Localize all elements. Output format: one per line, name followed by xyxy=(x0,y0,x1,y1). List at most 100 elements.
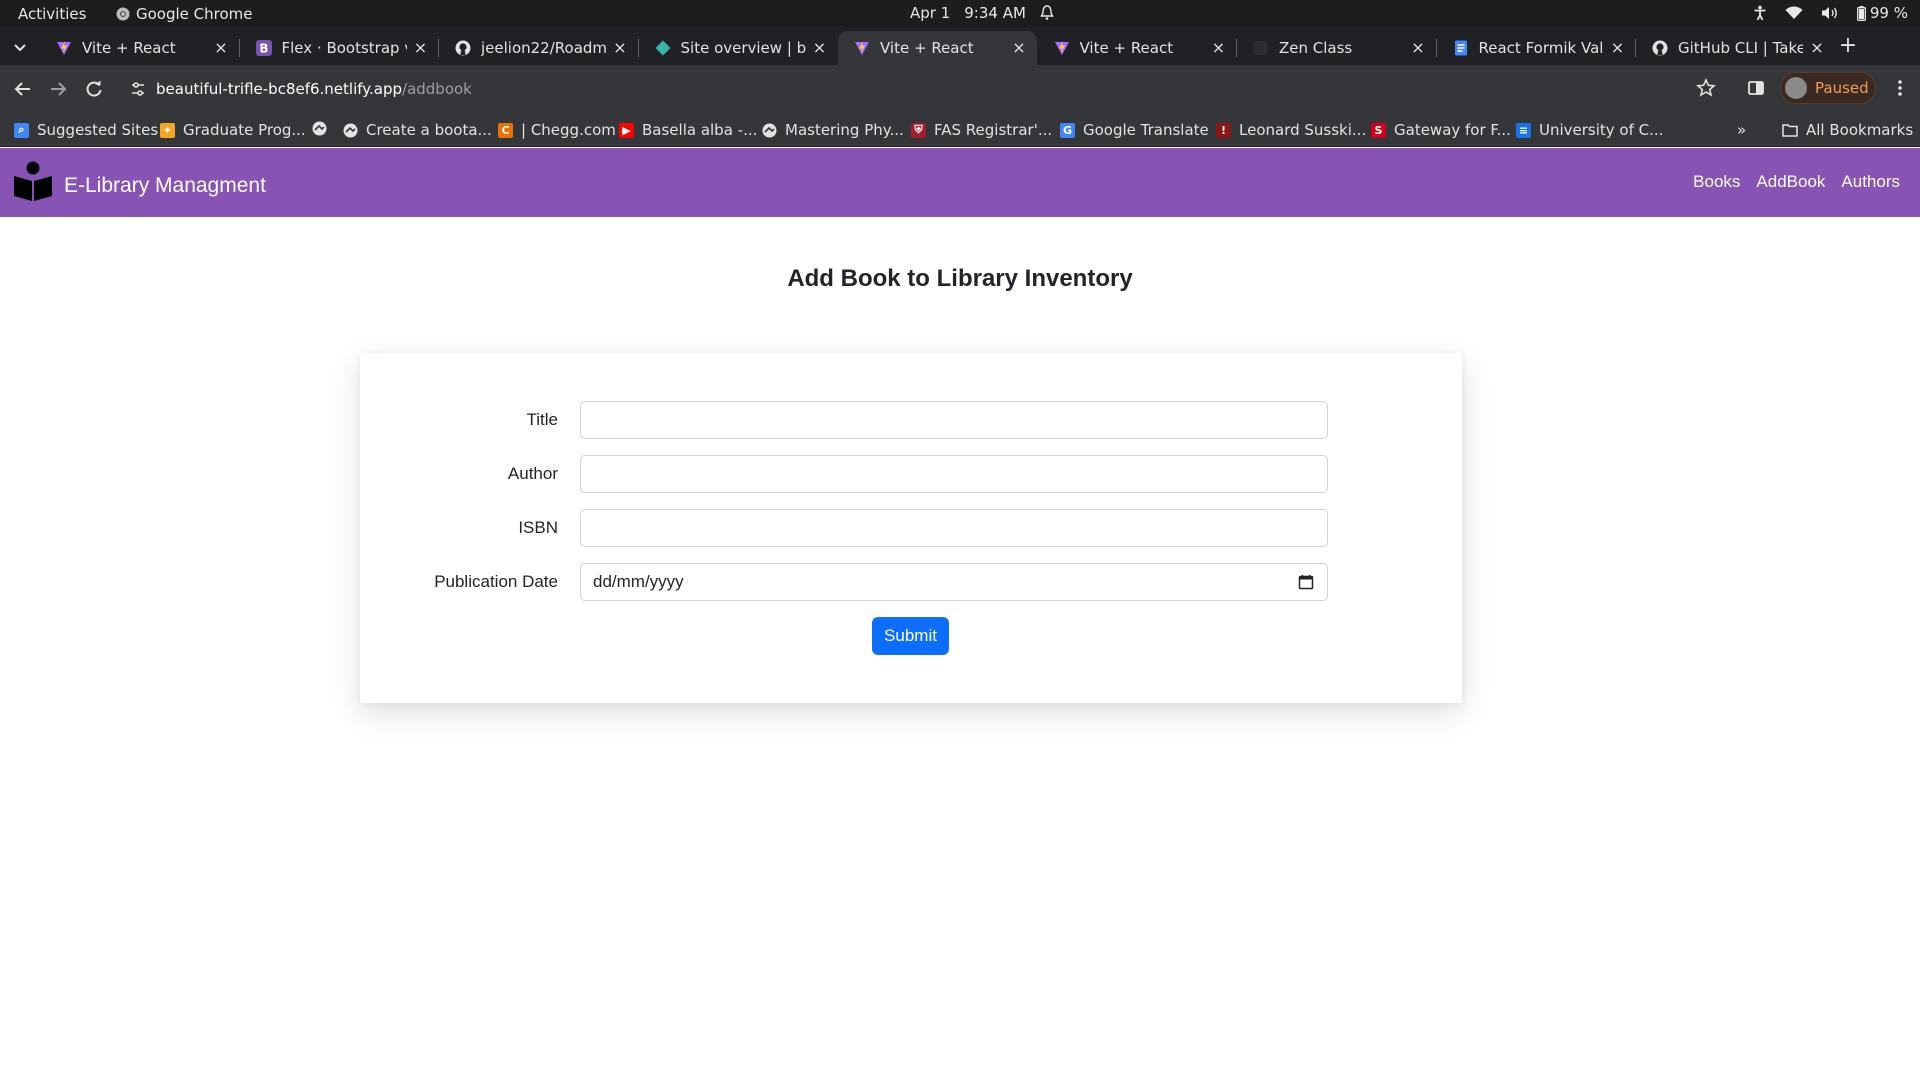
tab-title: React Formik Validation xyxy=(1478,39,1604,57)
bookmark-item[interactable]: ⌕ Suggested Sites xyxy=(14,121,158,139)
close-icon[interactable]: × xyxy=(1410,40,1426,56)
bookmark-item[interactable]: ≡ University of C... xyxy=(1516,121,1663,139)
tab-strip: Vite + React×BFlex · Bootstrap v5.3×jeel… xyxy=(0,27,1920,65)
bookmark-label: Suggested Sites xyxy=(37,121,159,139)
bookmark-item[interactable]: S Gateway for F... xyxy=(1371,121,1511,139)
bookmark-item[interactable]: Create a boota... xyxy=(343,121,492,139)
bookmark-favicon-icon xyxy=(343,123,358,138)
bookmark-label: Leonard Susski... xyxy=(1239,121,1367,139)
close-icon[interactable]: × xyxy=(1211,40,1227,56)
all-bookmarks[interactable]: All Bookmarks xyxy=(1782,121,1913,139)
title-row: Title xyxy=(360,401,1462,439)
bookmark-favicon-icon: ! xyxy=(1216,122,1231,138)
battery-percent: 99 % xyxy=(1869,4,1908,22)
author-input[interactable] xyxy=(580,455,1328,493)
publication-date-label: Publication Date xyxy=(434,572,558,591)
tab-title: Site overview | beautiful xyxy=(680,39,806,57)
tab[interactable]: Site overview | beautiful × xyxy=(639,31,838,65)
forward-icon[interactable] xyxy=(47,78,69,100)
close-icon[interactable]: × xyxy=(413,40,429,56)
close-icon[interactable]: × xyxy=(213,40,229,56)
bookmark-favicon-icon: ⛨ xyxy=(911,122,926,138)
wifi-icon xyxy=(1785,6,1803,20)
bookmarks-bar: ⌕ Suggested Sites ✦ Graduate Prog... Create … xyxy=(0,113,1920,147)
tab[interactable]: Vite + React × xyxy=(1038,31,1237,65)
netlify-icon xyxy=(655,40,671,56)
bookmark-favicon-icon: ≡ xyxy=(1516,122,1531,138)
bookmark-favicon-icon: S xyxy=(1371,122,1386,138)
close-icon[interactable]: × xyxy=(1809,40,1825,56)
bookmark-item[interactable]: ✦ Graduate Prog... xyxy=(160,121,306,139)
clock-time: 9:34 AM xyxy=(964,4,1026,22)
title-label: Title xyxy=(526,410,559,429)
isbn-row: ISBN xyxy=(360,509,1462,547)
bookmark-favicon-icon: C xyxy=(498,122,513,138)
bookmark-label: | Chegg.com xyxy=(521,121,616,139)
tab-search-icon[interactable] xyxy=(10,37,30,57)
bookmark-item[interactable]: ▶ Basella alba -... xyxy=(619,121,757,139)
side-panel-icon[interactable] xyxy=(1746,78,1766,98)
tab[interactable]: Zen Class × xyxy=(1237,31,1436,65)
clock[interactable]: Apr 1 9:34 AM xyxy=(910,4,1054,22)
tab[interactable]: B Flex · Bootstrap v5.3 × xyxy=(240,31,439,65)
bookmark-label: Google Translate xyxy=(1083,121,1209,139)
menu-kebab-icon[interactable] xyxy=(1890,78,1910,98)
close-icon[interactable]: × xyxy=(612,40,628,56)
bookmark-item[interactable] xyxy=(312,121,327,136)
clock-date: Apr 1 xyxy=(910,4,951,22)
isbn-label: ISBN xyxy=(518,518,558,537)
folder-icon xyxy=(1782,123,1798,137)
address-bar[interactable]: beautiful-trifle-bc8ef6.netlify.app/addb… xyxy=(122,71,1702,107)
tab-active[interactable]: Vite + React × xyxy=(838,31,1037,65)
url-path: /addbook xyxy=(402,80,472,98)
web-page: E-Library Managment Books AddBook Author… xyxy=(0,148,1920,1080)
tab[interactable]: GitHub CLI | Take GitHub × xyxy=(1636,31,1835,65)
publication-date-input[interactable] xyxy=(580,563,1328,601)
bootstrap-icon: B xyxy=(255,40,272,56)
activities-button[interactable]: Activities xyxy=(18,5,86,23)
add-book-form: Title Author ISBN Publication Date Submi… xyxy=(360,353,1462,703)
submit-button[interactable]: Submit xyxy=(872,617,949,655)
calendar-icon[interactable] xyxy=(1298,574,1314,590)
isbn-input[interactable] xyxy=(580,509,1328,547)
tab-title: GitHub CLI | Take GitHub xyxy=(1678,39,1803,57)
tab[interactable]: React Formik Validation × xyxy=(1437,31,1636,65)
bookmark-item[interactable]: C | Chegg.com xyxy=(498,121,616,139)
site-info-icon[interactable] xyxy=(130,81,146,97)
back-icon[interactable] xyxy=(12,78,34,100)
bookmark-star-icon[interactable] xyxy=(1696,78,1716,98)
brand-name: E-Library Managment xyxy=(64,174,266,197)
new-tab-button[interactable]: + xyxy=(1836,34,1860,58)
bookmark-favicon-icon xyxy=(762,123,777,138)
zen-icon xyxy=(1253,40,1269,56)
bookmark-item[interactable]: ⛨ FAS Registrar'... xyxy=(911,121,1052,139)
app-menu[interactable]: Google Chrome xyxy=(116,5,253,23)
tab-title: Zen Class xyxy=(1279,39,1353,57)
volume-icon xyxy=(1821,6,1839,20)
nav-addbook[interactable]: AddBook xyxy=(1756,172,1825,192)
close-icon[interactable]: × xyxy=(1610,40,1626,56)
tab[interactable]: Vite + React × xyxy=(40,31,239,65)
bookmark-item[interactable]: ! Leonard Susski... xyxy=(1216,121,1366,139)
alarm-icon xyxy=(1040,5,1054,21)
system-tray[interactable]: 99 % xyxy=(1753,4,1908,22)
accessibility-icon xyxy=(1753,5,1767,21)
bookmarks-overflow[interactable]: » xyxy=(1737,121,1746,139)
browser-toolbar: beautiful-trifle-bc8ef6.netlify.app/addb… xyxy=(0,65,1920,113)
reload-icon[interactable] xyxy=(83,78,105,100)
profile-button[interactable]: Paused xyxy=(1780,72,1876,104)
nav-authors[interactable]: Authors xyxy=(1841,172,1900,192)
bookmark-item[interactable]: G Google Translate xyxy=(1060,121,1209,139)
close-icon[interactable]: × xyxy=(1011,40,1027,56)
brand-link[interactable]: E-Library Managment xyxy=(12,160,266,202)
chrome-icon xyxy=(116,7,130,21)
close-icon[interactable]: × xyxy=(812,40,828,56)
page-title: Add Book to Library Inventory xyxy=(787,265,1133,292)
title-input[interactable] xyxy=(580,401,1328,439)
tab[interactable]: jeelion22/Roadmap × xyxy=(439,31,638,65)
bookmark-item[interactable]: Mastering Phy... xyxy=(762,121,904,139)
svg-text:B: B xyxy=(259,42,268,56)
nav-books[interactable]: Books xyxy=(1693,172,1740,192)
tab-title: jeelion22/Roadmap xyxy=(481,39,606,57)
bookmark-label: Create a boota... xyxy=(366,121,492,139)
